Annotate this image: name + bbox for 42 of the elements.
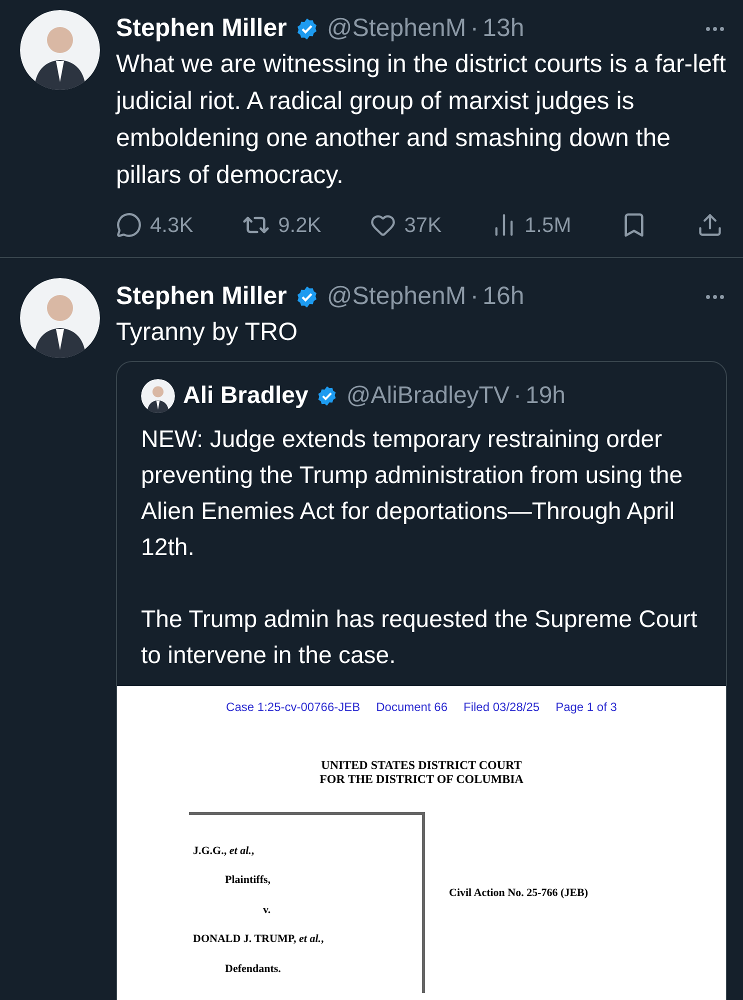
author-name[interactable]: Stephen Miller bbox=[116, 278, 287, 316]
separator-dot: · bbox=[470, 13, 479, 44]
caption-text: v. bbox=[262, 902, 272, 918]
verified-badge-icon bbox=[316, 384, 338, 406]
post-text: What we are witnessing in the district courts is a far-left judicial riot. A radical group of marxist judges is emboldening one another and smashing down the pillars of democracy. bbox=[116, 48, 727, 190]
civil-action-number: Civil Action No. 25-766 (JEB) bbox=[449, 886, 588, 898]
like-button[interactable]: 37K bbox=[370, 210, 442, 241]
author-name[interactable]: Stephen Miller bbox=[116, 10, 287, 48]
court-name: UNITED STATES DISTRICT COURT bbox=[321, 758, 522, 772]
views-button[interactable]: 1.5M bbox=[490, 210, 572, 241]
quoted-post-text: NEW: Judge extends temporary restraining order preventing the Trump administration from using the Alien Enemies Act for deportations—Through April 12th. bbox=[141, 424, 684, 562]
author-handle[interactable]: @StephenM bbox=[326, 278, 466, 316]
verified-badge-icon bbox=[294, 16, 319, 41]
quoted-post-card[interactable] bbox=[116, 360, 727, 1000]
repost-button[interactable]: 9.2K bbox=[242, 210, 322, 241]
speech-bubble-icon bbox=[116, 212, 142, 238]
document-header-text: Document 66 bbox=[376, 698, 448, 716]
court-name: FOR THE DISTRICT OF COLUMBIA bbox=[320, 772, 524, 786]
post-time[interactable]: 16h bbox=[482, 278, 524, 316]
caption-text: DONALD J. TRUMP, et al., bbox=[192, 932, 325, 947]
document-header-text: Filed 03/28/25 bbox=[464, 698, 540, 716]
author-handle[interactable]: @StephenM bbox=[326, 10, 466, 48]
share-icon[interactable] bbox=[697, 212, 723, 238]
reply-button[interactable]: 4.3K bbox=[116, 210, 194, 241]
quoted-post-text: The Trump admin has requested the Supreme Court to intervene in the case. bbox=[141, 604, 698, 670]
post-time[interactable]: 19h bbox=[525, 378, 566, 414]
caption-text: Plaintiffs, bbox=[224, 873, 272, 888]
heart-icon bbox=[370, 212, 396, 238]
separator-dot: · bbox=[470, 281, 479, 312]
author-handle[interactable]: @AliBradleyTV bbox=[346, 378, 510, 414]
post-text: Tyranny by TRO bbox=[116, 316, 299, 348]
avatar-icon[interactable] bbox=[20, 10, 100, 90]
document-header-text: Case 1:25-cv-00766-JEB bbox=[226, 698, 360, 716]
caption-text: J.G.G., et al., bbox=[192, 844, 256, 858]
verified-badge-icon bbox=[294, 284, 319, 309]
author-name[interactable]: Ali Bradley bbox=[183, 378, 308, 414]
document-header-text: Page 1 of 3 bbox=[556, 698, 617, 716]
avatar-icon[interactable] bbox=[141, 378, 175, 412]
separator-dot: · bbox=[513, 380, 522, 410]
caption-text: Defendants. bbox=[224, 962, 282, 976]
avatar-icon[interactable] bbox=[20, 278, 100, 358]
post-time[interactable]: 13h bbox=[482, 10, 524, 48]
